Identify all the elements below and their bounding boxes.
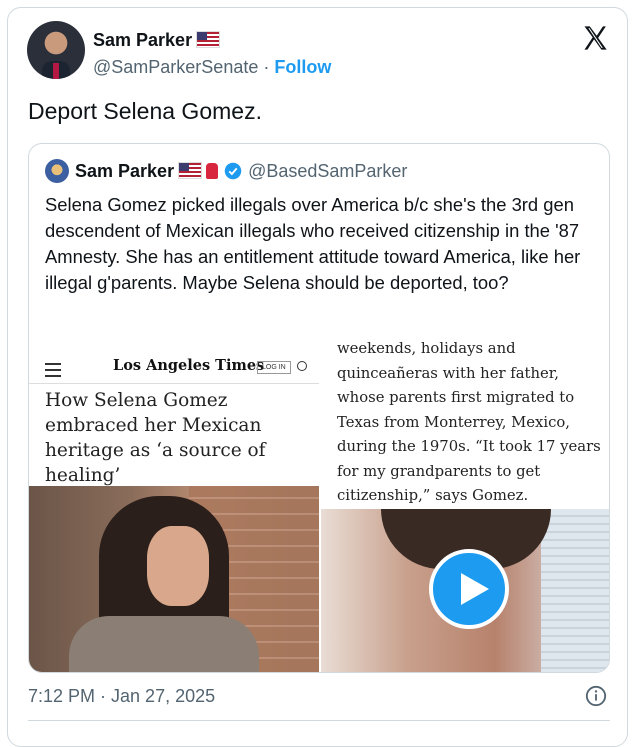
- author-name-row[interactable]: Sam Parker: [93, 30, 221, 51]
- quoted-header[interactable]: Sam Parker @BasedSamParker: [75, 161, 407, 182]
- article-excerpt-text: weekends, holidays and quinceañeras with…: [337, 340, 601, 504]
- photo-coat: [69, 616, 259, 672]
- tweet-timestamp[interactable]: 7:12 PM · Jan 27, 2025: [28, 686, 215, 707]
- verified-badge-icon: [224, 162, 242, 180]
- play-button-icon[interactable]: [429, 549, 509, 629]
- media-left[interactable]: Los Angeles Times LOG IN How Selena Gome…: [29, 341, 319, 672]
- hamburger-menu-icon: [45, 363, 61, 377]
- separator: ·: [263, 57, 270, 77]
- video-thumbnail[interactable]: [321, 509, 609, 672]
- divider: [28, 720, 610, 721]
- avatar-tie: [53, 63, 59, 79]
- author-handle[interactable]: @SamParkerSenate: [93, 57, 258, 77]
- photo-face: [147, 526, 209, 606]
- x-logo-icon[interactable]: [581, 24, 609, 52]
- search-icon: [297, 361, 307, 371]
- login-label: LOG IN: [257, 361, 291, 374]
- author-handle-row: @SamParkerSenate · Follow: [93, 57, 331, 78]
- article-headline: How Selena Gomez embraced her Mexican he…: [45, 390, 266, 486]
- author-avatar[interactable]: [27, 21, 85, 79]
- media-right[interactable]: weekends, holidays and quinceañeras with…: [321, 340, 609, 672]
- author-name[interactable]: Sam Parker: [93, 30, 192, 50]
- fire-extinguisher-icon: [206, 163, 219, 179]
- quoted-handle: @BasedSamParker: [248, 161, 408, 181]
- article-excerpt: weekends, holidays and quinceañeras with…: [321, 340, 609, 506]
- portrait-photo: [29, 486, 319, 672]
- window-blinds: [541, 509, 609, 672]
- follow-button[interactable]: Follow: [274, 57, 331, 77]
- tweet-text: Deport Selena Gomez.: [28, 98, 262, 124]
- quoted-tweet[interactable]: Sam Parker @BasedSamParker Selena Gomez p…: [28, 143, 610, 673]
- us-flag-icon: [178, 162, 203, 179]
- quoted-name[interactable]: Sam Parker: [75, 161, 174, 181]
- quoted-text: Selena Gomez picked illegals over Americ…: [45, 194, 581, 293]
- publication-logo: Los Angeles Times: [113, 357, 265, 374]
- info-icon[interactable]: [585, 685, 607, 707]
- quoted-avatar[interactable]: [45, 159, 69, 183]
- divider: [29, 383, 319, 384]
- lat-header: Los Angeles Times LOG IN: [29, 351, 319, 381]
- us-flag-icon: [196, 31, 221, 48]
